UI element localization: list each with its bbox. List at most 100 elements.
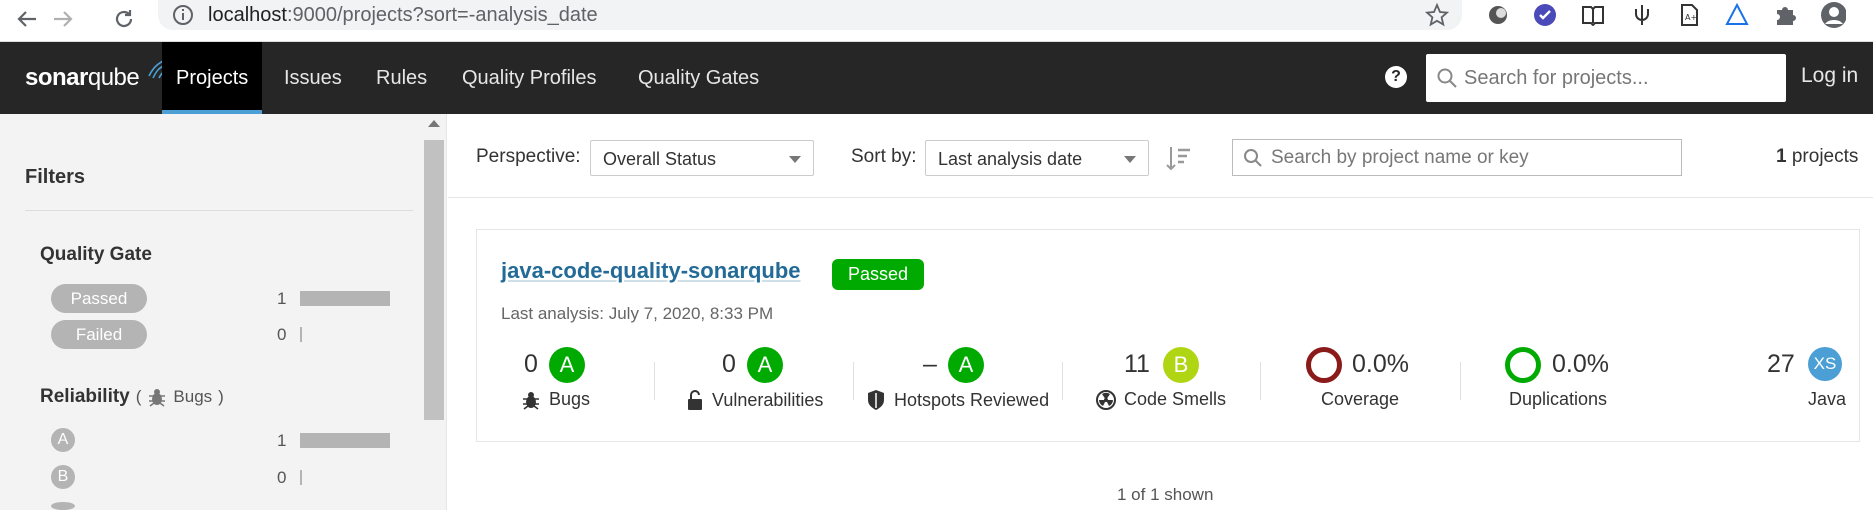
scroll-up-arrow-icon[interactable] — [428, 120, 440, 127]
extension-check-icon[interactable] — [1532, 2, 1558, 28]
help-icon[interactable]: ? — [1385, 66, 1407, 88]
nav-projects[interactable]: Projects — [162, 42, 263, 114]
back-arrow-icon[interactable] — [10, 4, 44, 34]
project-count-suffix: projects — [1791, 146, 1859, 167]
project-count-value: 1 — [1776, 146, 1787, 167]
coverage-value[interactable]: 0.0% — [1352, 350, 1409, 379]
bugs-label-text: Bugs — [549, 389, 591, 409]
reliability-filter-title: Reliability ( Bugs ) — [40, 386, 224, 408]
trident-icon[interactable] — [1629, 2, 1655, 28]
sort-select[interactable]: Last analysis date — [925, 140, 1149, 176]
coverage-ring[interactable] — [1306, 347, 1342, 383]
global-search[interactable] — [1426, 54, 1786, 102]
sidebar-scroll-thumb[interactable] — [424, 140, 444, 420]
star-icon[interactable] — [1424, 2, 1450, 32]
radiation-icon — [1096, 389, 1116, 410]
nav-quality-gates[interactable]: Quality Gates — [624, 42, 773, 114]
hotspots-value[interactable]: – — [923, 350, 937, 379]
metric-divider — [1460, 362, 1461, 400]
duplications-value[interactable]: 0.0% — [1552, 350, 1609, 379]
nav-quality-profiles[interactable]: Quality Profiles — [448, 42, 611, 114]
top-navbar: sonarqube Projects Issues Rules Quality … — [0, 42, 1873, 114]
project-search[interactable] — [1232, 139, 1682, 176]
bug-icon — [149, 389, 166, 407]
shield-icon — [868, 390, 884, 410]
filters-title: Filters — [25, 166, 86, 188]
reader-icon[interactable] — [1580, 2, 1606, 28]
metric-divider — [654, 362, 655, 400]
global-search-input[interactable] — [1464, 54, 1779, 102]
filter-rating-b[interactable]: B — [51, 465, 75, 489]
url-host: localhost — [208, 4, 287, 26]
filter-rating-b-count: 0 — [277, 468, 287, 487]
document-icon[interactable]: A+ — [1676, 2, 1702, 28]
language-label: Java — [1808, 389, 1847, 409]
coverage-label: Coverage — [1321, 389, 1400, 409]
duplications-label: Duplications — [1509, 389, 1608, 409]
project-name-link[interactable]: java-code-quality-sonarqube — [501, 258, 801, 284]
chevron-down-icon — [789, 156, 801, 163]
perspective-label: Perspective: — [476, 146, 581, 167]
perspective-select[interactable]: Overall Status — [590, 140, 814, 176]
bugs-grade[interactable]: A — [549, 347, 585, 383]
vulnerabilities-label: Vulnerabilities — [686, 389, 823, 411]
filter-rating-a[interactable]: A — [51, 428, 75, 452]
project-card: java-code-quality-sonarqube Passed Last … — [476, 229, 1860, 442]
filter-passed-count: 1 — [277, 289, 287, 308]
projects-toolbar: Perspective: Overall Status Sort by: Las… — [448, 114, 1873, 198]
project-search-input[interactable] — [1271, 140, 1671, 175]
sort-direction-icon[interactable] — [1166, 145, 1192, 176]
forward-arrow-icon[interactable] — [46, 4, 80, 34]
filter-failed[interactable]: Failed — [51, 320, 147, 349]
sort-label: Sort by: — [851, 146, 917, 167]
filters-divider — [25, 210, 413, 211]
project-count: 1 projects — [1776, 146, 1858, 168]
quality-gate-filter-title: Quality Gate — [40, 244, 152, 265]
unlocked-padlock-icon — [688, 390, 702, 410]
logo-text-bold: sonar — [25, 64, 88, 91]
nav-issues[interactable]: Issues — [270, 42, 356, 114]
puzzle-icon[interactable] — [1772, 2, 1798, 28]
filter-failed-bar — [300, 327, 302, 342]
logo-text-rest: qube — [87, 64, 140, 91]
search-icon — [1437, 68, 1457, 88]
code-smells-label-text: Code Smells — [1124, 389, 1227, 409]
bugs-label: Bugs — [521, 389, 590, 410]
metric-divider — [1062, 362, 1063, 400]
profile-icon[interactable] — [1820, 2, 1846, 28]
duplications-ring[interactable] — [1505, 347, 1541, 383]
pagination-summary: 1 of 1 shown — [1117, 485, 1214, 504]
hotspots-grade[interactable]: A — [948, 347, 984, 383]
quality-gate-status-badge: Passed — [832, 259, 925, 290]
reliability-paren-open: ( — [135, 387, 142, 406]
reliability-paren-close: ) — [218, 387, 224, 406]
nav-rules[interactable]: Rules — [362, 42, 441, 114]
filter-rating-c-partial[interactable] — [51, 502, 75, 510]
extension-circle-icon[interactable] — [1485, 2, 1511, 28]
url-path: :9000/projects?sort=-analysis_date — [286, 4, 598, 26]
address-bar[interactable]: localhost:9000/projects?sort=-analysis_d… — [158, 0, 1462, 30]
chevron-down-icon — [1124, 156, 1136, 163]
browser-toolbar: localhost:9000/projects?sort=-analysis_d… — [0, 0, 1873, 42]
metric-divider — [1260, 362, 1261, 400]
filter-rating-b-bar — [300, 470, 302, 485]
vulnerabilities-value[interactable]: 0 — [722, 350, 736, 379]
triangle-extension-icon[interactable] — [1724, 2, 1750, 28]
reload-icon[interactable] — [107, 4, 141, 34]
metric-divider — [853, 362, 854, 400]
vulnerabilities-grade[interactable]: A — [747, 347, 783, 383]
filter-rating-a-count: 1 — [277, 431, 287, 450]
filter-passed[interactable]: Passed — [51, 284, 147, 313]
hotspots-label-text: Hotspots Reviewed — [894, 389, 1050, 410]
lines-of-code-value[interactable]: 27 — [1767, 350, 1795, 379]
bugs-value[interactable]: 0 — [524, 350, 538, 379]
code-smells-grade[interactable]: B — [1163, 347, 1199, 383]
sonarqube-logo[interactable]: sonarqube — [25, 59, 166, 92]
filter-passed-bar — [300, 291, 390, 306]
perspective-value: Overall Status — [603, 149, 717, 169]
filter-failed-count: 0 — [277, 325, 287, 344]
login-link[interactable]: Log in — [1801, 64, 1858, 88]
info-icon[interactable] — [172, 4, 194, 31]
code-smells-value[interactable]: 11 — [1124, 350, 1150, 379]
reliability-title: Reliability — [40, 386, 130, 407]
